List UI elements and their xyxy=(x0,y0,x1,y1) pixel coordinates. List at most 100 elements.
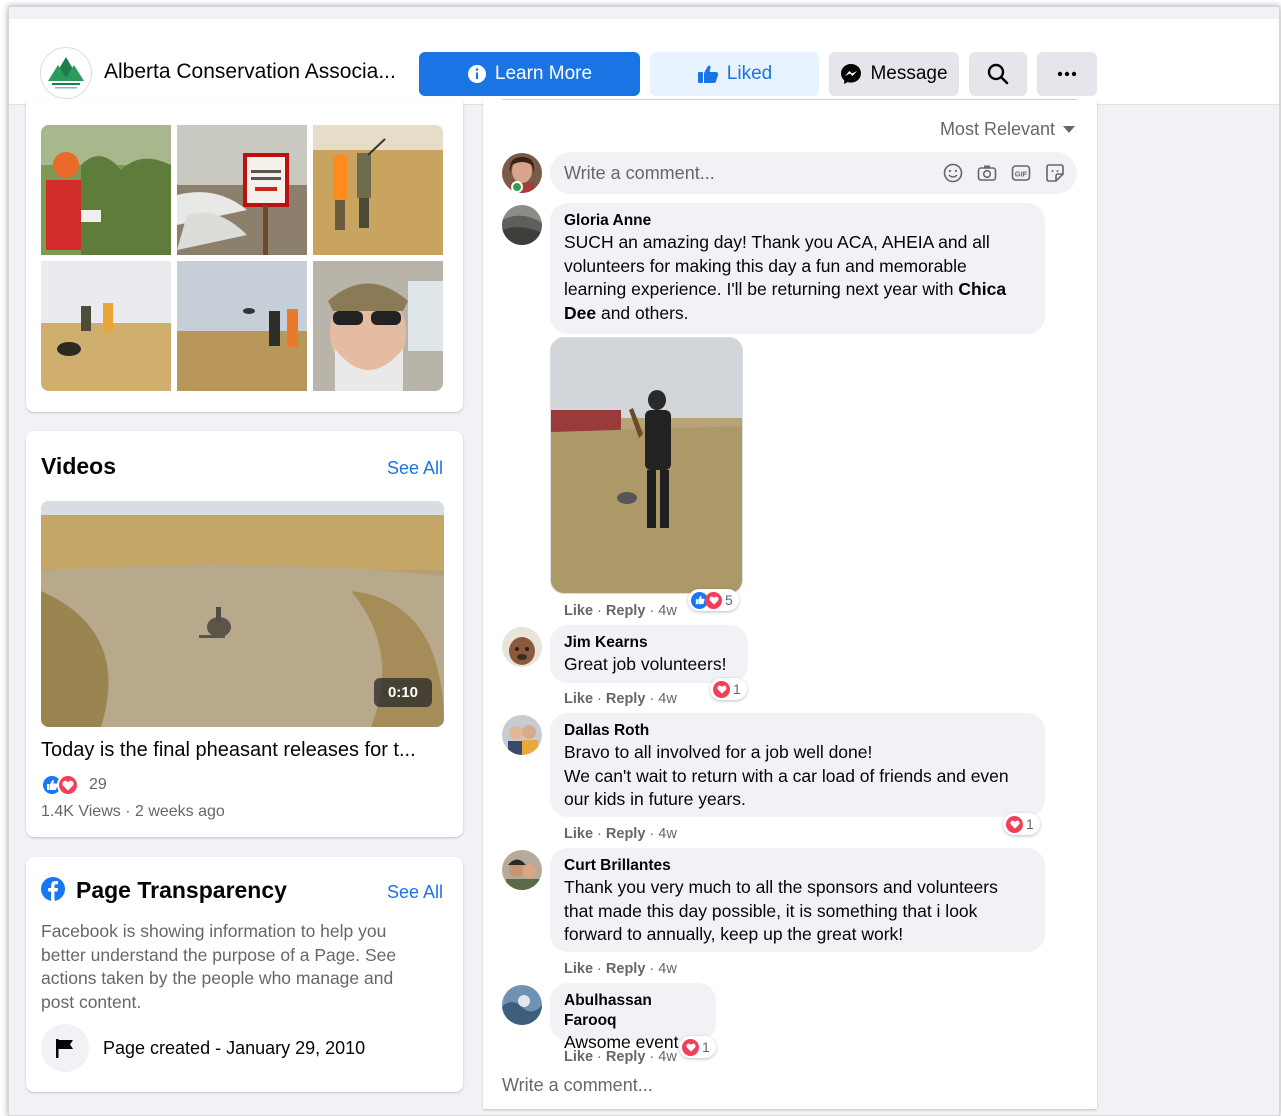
commenter-avatar[interactable] xyxy=(502,205,542,245)
commenter-name[interactable]: Jim Kearns xyxy=(564,633,734,653)
transparency-title: Page Transparency xyxy=(76,877,287,903)
page-transparency-card: Page Transparency See All Facebook is sh… xyxy=(26,857,463,1092)
comment-bubble: Curt Brillantes Thank you very much to a… xyxy=(550,848,1045,952)
commenter-avatar[interactable] xyxy=(502,715,542,755)
photo-thumbnail[interactable] xyxy=(41,261,171,391)
comment-sort-dropdown[interactable]: Most Relevant xyxy=(940,119,1075,140)
learn-more-button[interactable]: Learn More xyxy=(419,52,640,96)
comment-bubble: Abulhassan Farooq Awsome event xyxy=(550,983,716,1052)
photo-volunteer-image xyxy=(41,125,171,255)
comment-reactions-badge[interactable]: 5 xyxy=(688,589,739,611)
comment-reactions-badge[interactable]: 1 xyxy=(1003,813,1040,835)
comment-time[interactable]: 4w xyxy=(658,691,677,707)
transparency-see-all-link[interactable]: See All xyxy=(387,882,443,903)
comment-text-part: and others. xyxy=(596,302,689,323)
commenter-avatar[interactable] xyxy=(502,627,542,667)
sticker-icon[interactable] xyxy=(1045,163,1065,183)
search-icon xyxy=(987,63,1009,85)
reply-link[interactable]: Reply xyxy=(606,603,646,619)
love-reaction-icon xyxy=(57,774,79,796)
like-link[interactable]: Like xyxy=(564,603,593,619)
reply-link[interactable]: Reply xyxy=(606,1049,646,1065)
love-reaction-icon xyxy=(705,591,722,609)
page-name[interactable]: Alberta Conservation Associa... xyxy=(104,60,396,84)
commenter-name[interactable]: Abulhassan Farooq xyxy=(564,991,702,1031)
comment-attached-photo[interactable] xyxy=(550,337,743,594)
video-reactions[interactable]: 29 xyxy=(41,774,107,796)
comment-text: We can't wait to return with a car load … xyxy=(564,765,1009,810)
reaction-count: 1 xyxy=(1026,816,1034,832)
page-logo[interactable] xyxy=(40,47,92,99)
comments-panel: Most Relevant Write a comment... GIF Glo… xyxy=(483,99,1097,1109)
comment-actions: Like · Reply · 4w xyxy=(564,1049,677,1065)
learn-more-label: Learn More xyxy=(494,63,593,84)
comment-text: SUCH an amazing day! Thank you ACA, AHEI… xyxy=(564,231,1031,325)
more-options-button[interactable] xyxy=(1037,52,1097,96)
comment-bubble: Jim Kearns Great job volunteers! xyxy=(550,625,748,683)
flag-icon xyxy=(56,1039,73,1058)
emoji-icon[interactable] xyxy=(943,163,963,183)
comment-time[interactable]: 4w xyxy=(658,1049,677,1065)
videos-title: Videos xyxy=(41,453,116,479)
page-created-row: Page created - January 29, 2010 xyxy=(41,1024,365,1072)
comment-bubble: Gloria Anne SUCH an amazing day! Thank y… xyxy=(550,203,1045,334)
comment-input[interactable]: Write a comment... GIF xyxy=(550,152,1077,194)
love-reaction-icon xyxy=(713,680,730,698)
sort-label: Most Relevant xyxy=(939,119,1055,139)
aca-logo-icon xyxy=(48,57,84,89)
reply-link[interactable]: Reply xyxy=(606,961,646,977)
photos-card xyxy=(26,99,463,412)
write-comment-link[interactable]: Write a comment... xyxy=(502,1075,653,1096)
liked-label: Liked xyxy=(726,63,773,84)
like-link[interactable]: Like xyxy=(564,691,593,707)
commenter-name[interactable]: Dallas Roth xyxy=(564,721,1031,741)
comment-text-part: SUCH an amazing day! Thank you ACA, AHEI… xyxy=(564,232,990,299)
thumbs-up-icon xyxy=(697,65,718,83)
messenger-icon xyxy=(841,64,862,84)
reaction-count: 1 xyxy=(702,1039,710,1055)
videos-see-all-link[interactable]: See All xyxy=(387,458,443,479)
photo-selfie-image xyxy=(313,261,443,391)
reply-link[interactable]: Reply xyxy=(606,826,646,842)
video-meta: 1.4K Views · 2 weeks ago xyxy=(41,803,225,820)
comment-reactions-badge[interactable]: 1 xyxy=(679,1036,716,1058)
video-duration: 0:10 xyxy=(373,678,432,707)
video-title[interactable]: Today is the final pheasant releases for… xyxy=(41,739,416,762)
comment-input-placeholder: Write a comment... xyxy=(564,162,715,183)
commenter-avatar[interactable] xyxy=(502,850,542,890)
comment-actions: Like · Reply · 4w xyxy=(564,826,677,842)
search-button[interactable] xyxy=(969,52,1027,96)
online-status-dot xyxy=(511,181,523,193)
commenter-name[interactable]: Curt Brillantes xyxy=(564,856,1031,876)
photo-thumbnail[interactable] xyxy=(177,125,307,255)
video-reaction-count: 29 xyxy=(89,776,107,793)
camera-icon[interactable] xyxy=(977,163,997,183)
comment-reactions-badge[interactable]: 1 xyxy=(710,678,747,700)
photo-thumbnail[interactable] xyxy=(41,125,171,255)
photo-pheasant-flight-image xyxy=(177,261,307,391)
liked-button[interactable]: Liked xyxy=(650,52,819,96)
info-icon xyxy=(467,65,486,83)
comment-input-tools: GIF xyxy=(943,163,1065,183)
video-thumbnail[interactable]: 0:10 xyxy=(41,501,444,727)
photo-sign-image xyxy=(177,125,307,255)
photo-thumbnail[interactable] xyxy=(177,261,307,391)
reply-link[interactable]: Reply xyxy=(606,691,646,707)
videos-card: Videos See All 0:10 Today is the final p… xyxy=(26,431,463,837)
reaction-count: 5 xyxy=(725,592,733,608)
comment-time[interactable]: 4w xyxy=(658,826,677,842)
like-link[interactable]: Like xyxy=(564,826,593,842)
comment-time[interactable]: 4w xyxy=(658,961,677,977)
love-reaction-icon xyxy=(1006,815,1023,833)
like-link[interactable]: Like xyxy=(564,961,593,977)
photo-thumbnail[interactable] xyxy=(313,261,443,391)
like-link[interactable]: Like xyxy=(564,1049,593,1065)
facebook-icon xyxy=(41,877,65,901)
comment-time[interactable]: 4w xyxy=(658,603,677,619)
commenter-avatar[interactable] xyxy=(502,985,542,1025)
message-label: Message xyxy=(870,63,948,84)
commenter-name[interactable]: Gloria Anne xyxy=(564,211,1031,231)
gif-icon[interactable]: GIF xyxy=(1011,163,1031,183)
photo-thumbnail[interactable] xyxy=(313,125,443,255)
message-button[interactable]: Message xyxy=(829,52,959,96)
